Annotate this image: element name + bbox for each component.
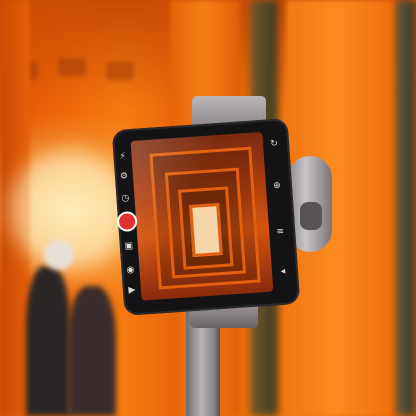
back-icon[interactable]: ◂ bbox=[278, 266, 289, 277]
foliage-edge bbox=[396, 0, 416, 416]
phone-screen-preview bbox=[130, 131, 274, 301]
person-silhouette-2 bbox=[68, 286, 116, 416]
person-silhouette-1 bbox=[26, 266, 70, 416]
person-head-white bbox=[44, 240, 74, 270]
lantern-blur-3 bbox=[106, 62, 134, 80]
gallery-icon[interactable]: ▣ bbox=[124, 241, 135, 252]
gimbal-motor-knob bbox=[300, 202, 322, 230]
zoom-icon[interactable]: ⊕ bbox=[272, 181, 283, 192]
menu-icon[interactable]: ≡ bbox=[275, 227, 286, 238]
lantern-blur-2 bbox=[58, 58, 86, 76]
settings-icon[interactable]: ⚙ bbox=[119, 171, 130, 182]
video-icon[interactable]: ▶ bbox=[127, 285, 138, 296]
flash-icon[interactable]: ⚡ bbox=[117, 151, 128, 162]
record-button[interactable] bbox=[118, 212, 136, 231]
camera-switch-icon[interactable]: ↻ bbox=[269, 139, 280, 150]
photo-scene: ⚡ ⚙ ◷ ▣ ◉ ▶ ↻ ⊕ ≡ ◂ bbox=[0, 0, 416, 416]
timer-icon[interactable]: ◷ bbox=[120, 193, 131, 204]
screen-glare bbox=[130, 131, 274, 301]
mode-toggle-icon[interactable]: ◉ bbox=[125, 265, 136, 276]
smartphone: ⚡ ⚙ ◷ ▣ ◉ ▶ ↻ ⊕ ≡ ◂ bbox=[111, 118, 301, 316]
